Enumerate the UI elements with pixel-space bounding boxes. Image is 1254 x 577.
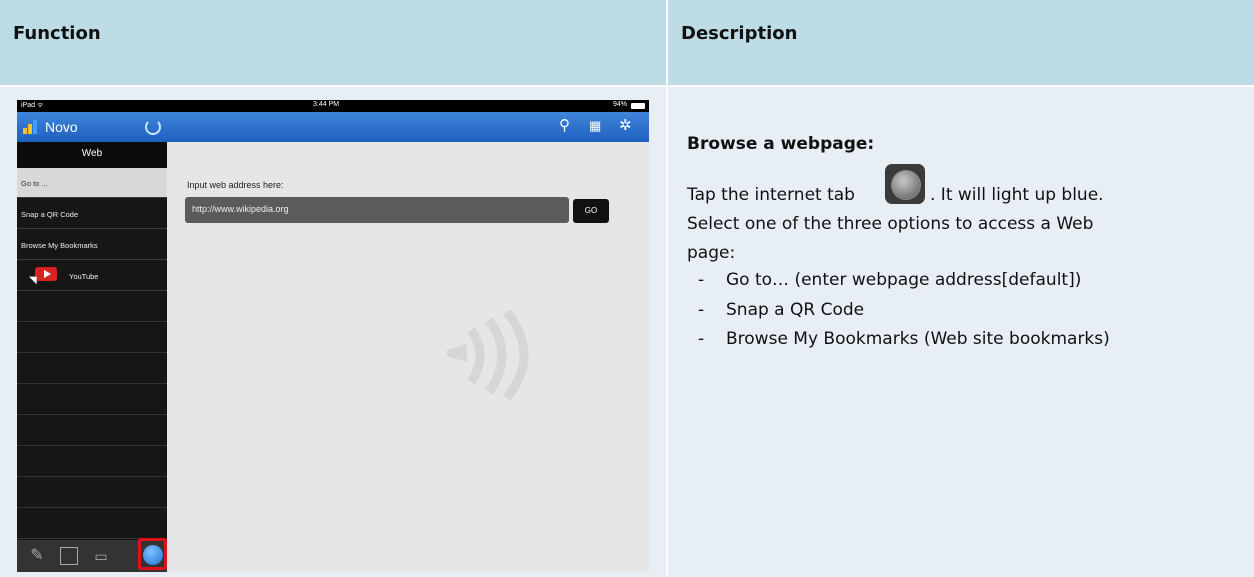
pencil-icon[interactable]: ✎ <box>27 546 47 566</box>
sidebar-empty-row <box>17 509 167 539</box>
input-label: Input web address here: <box>187 180 284 190</box>
gear-icon[interactable]: ✲ <box>619 118 632 134</box>
sidebar-item-youtube[interactable]: ◥ YouTube <box>17 261 167 291</box>
grid-icon[interactable]: ▦ <box>589 118 601 134</box>
battery-icon <box>631 103 645 109</box>
sidebar: Web Go to ... Snap a QR Code Browse My B… <box>17 142 167 572</box>
sidebar-empty-row <box>17 447 167 477</box>
sidebar-item-label: Browse My Bookmarks <box>21 241 98 250</box>
description-line-2: Select one of the three options to acces… <box>687 214 1094 234</box>
status-battery-percent: 94% <box>612 101 627 108</box>
bullet-text: Browse My Bookmarks (Web site bookmarks) <box>726 329 1110 349</box>
go-button[interactable]: GO <box>573 199 609 223</box>
link-icon[interactable]: ⚲ <box>559 118 570 134</box>
description-column-header: Description <box>668 0 1254 85</box>
sidebar-item-label: Snap a QR Code <box>21 210 79 219</box>
sidebar-empty-row <box>17 354 167 384</box>
image-icon[interactable] <box>60 547 78 565</box>
description-line-3: page: <box>687 243 736 263</box>
sidebar-item-snap-qr[interactable]: Snap a QR Code <box>17 199 167 229</box>
bullet-text: Snap a QR Code <box>726 300 865 320</box>
url-input[interactable]: http://www.wikipedia.org <box>185 197 569 223</box>
internet-tab-icon <box>885 164 925 204</box>
youtube-cast-icon: ◥ <box>29 267 57 286</box>
refresh-icon[interactable] <box>145 119 161 135</box>
folder-icon[interactable]: ▭ <box>91 546 111 566</box>
description-header-label: Description <box>681 23 798 44</box>
sidebar-empty-row <box>17 385 167 415</box>
status-bar: iPad ᯤ 3:44 PM 94% <box>17 100 649 112</box>
status-time: 3:44 PM <box>313 101 340 108</box>
bullet-text: Go to… (enter webpage address[default]) <box>726 270 1082 290</box>
ipad-screenshot: iPad ᯤ 3:44 PM 94% Novo ⚲ ▦ ✲ Web Go to … <box>17 100 649 572</box>
novo-watermark-icon <box>447 310 529 400</box>
status-device: iPad ᯤ <box>21 102 44 109</box>
sidebar-header: Web <box>17 142 167 168</box>
sidebar-empty-row <box>17 416 167 446</box>
sidebar-titlebar: Novo <box>17 112 167 142</box>
sidebar-item-label: YouTube <box>69 272 99 281</box>
sidebar-empty-row <box>17 292 167 322</box>
app-title: Novo <box>45 119 78 135</box>
description-line-1-before: Tap the internet tab <box>687 185 855 205</box>
bullet-item: - Browse My Bookmarks (Web site bookmarks… <box>698 329 1110 349</box>
sidebar-item-label: Go to ... <box>21 179 48 188</box>
sidebar-empty-row <box>17 323 167 353</box>
bullet-item: - Snap a QR Code <box>698 300 865 320</box>
novo-logo-icon <box>23 120 37 134</box>
description-line-1-after: . It will light up blue. <box>930 185 1104 205</box>
bullet-item: - Go to… (enter webpage address[default]) <box>698 270 1082 290</box>
sidebar-item-bookmarks[interactable]: Browse My Bookmarks <box>17 230 167 260</box>
main-toolbar: ⚲ ▦ ✲ <box>167 112 649 142</box>
sidebar-item-go-to[interactable]: Go to ... <box>17 168 167 198</box>
internet-tab-highlight <box>138 538 167 570</box>
sidebar-empty-row <box>17 478 167 508</box>
description-heading: Browse a webpage: <box>687 134 875 154</box>
function-header-label: Function <box>13 23 101 44</box>
function-column-header: Function <box>0 0 666 85</box>
